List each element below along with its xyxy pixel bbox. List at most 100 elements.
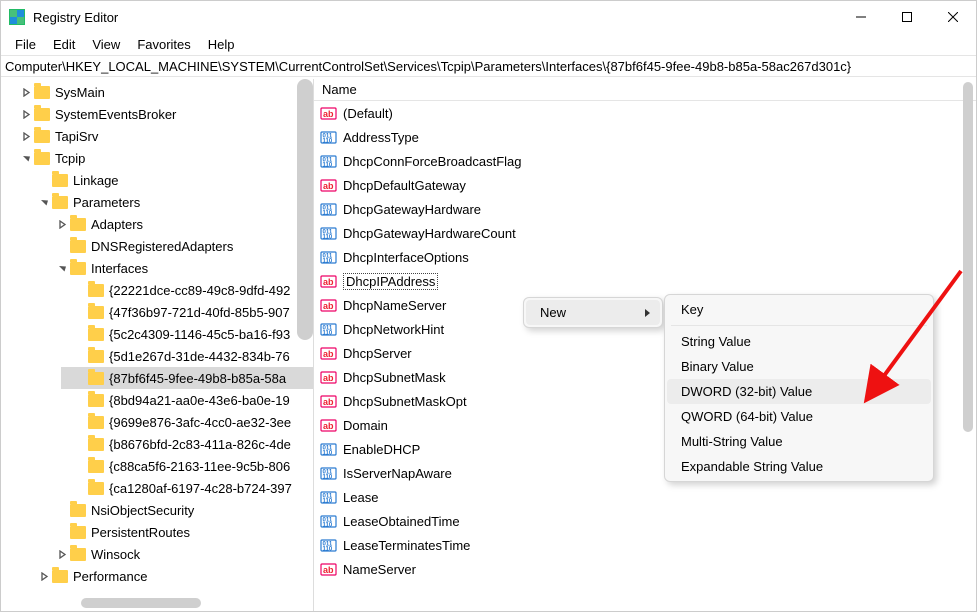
expander-icon[interactable] xyxy=(55,503,69,517)
list-row[interactable]: 011110AddressType xyxy=(314,125,960,149)
context-item[interactable]: Key xyxy=(667,297,931,322)
binary-value-icon: 011110 xyxy=(320,537,337,554)
expander-icon[interactable] xyxy=(55,261,69,275)
tree-row[interactable]: Adapters xyxy=(1,213,313,235)
expander-icon[interactable] xyxy=(37,173,51,187)
expander-icon[interactable] xyxy=(73,393,87,407)
context-item-label: DWORD (32-bit) Value xyxy=(681,384,812,399)
list-row-name: DhcpServer xyxy=(343,346,412,361)
expander-icon[interactable] xyxy=(73,415,87,429)
tree-row[interactable]: DNSRegisteredAdapters xyxy=(1,235,313,257)
close-button[interactable] xyxy=(930,1,976,33)
list-row[interactable]: 011110DhcpGatewayHardware xyxy=(314,197,960,221)
svg-text:ab: ab xyxy=(323,373,334,383)
tree-row[interactable]: Winsock xyxy=(1,543,313,565)
folder-icon xyxy=(88,350,104,363)
context-item[interactable]: DWORD (32-bit) Value xyxy=(667,379,931,404)
list-row[interactable]: 011110DhcpGatewayHardwareCount xyxy=(314,221,960,245)
expander-icon[interactable] xyxy=(73,459,87,473)
minimize-button[interactable] xyxy=(838,1,884,33)
list-row[interactable]: 011110Lease xyxy=(314,485,960,509)
tree-row[interactable]: {47f36b97-721d-40fd-85b5-907 xyxy=(1,301,313,323)
context-item[interactable]: String Value xyxy=(667,329,931,354)
expander-icon[interactable] xyxy=(73,371,87,385)
tree-row[interactable]: Performance xyxy=(1,565,313,587)
context-item-new[interactable]: New xyxy=(526,300,660,325)
menu-help[interactable]: Help xyxy=(200,35,243,54)
tree-row[interactable]: NsiObjectSecurity xyxy=(1,499,313,521)
context-item[interactable]: Multi-String Value xyxy=(667,429,931,454)
menu-favorites[interactable]: Favorites xyxy=(129,35,198,54)
tree-row[interactable]: {b8676bfd-2c83-411a-826c-4de xyxy=(1,433,313,455)
expander-icon[interactable] xyxy=(73,305,87,319)
folder-icon xyxy=(52,570,68,583)
string-value-icon: ab xyxy=(320,393,337,410)
context-item[interactable]: Binary Value xyxy=(667,354,931,379)
tree-row-label: Tcpip xyxy=(55,151,85,166)
list-row[interactable]: abNameServer xyxy=(314,557,960,581)
expander-icon[interactable] xyxy=(73,349,87,363)
list-vertical-scrollbar[interactable] xyxy=(963,82,973,432)
menu-file[interactable]: File xyxy=(7,35,44,54)
tree-row[interactable]: {9699e876-3afc-4cc0-ae32-3ee xyxy=(1,411,313,433)
expander-icon[interactable] xyxy=(19,85,33,99)
tree-horizontal-scrollbar[interactable] xyxy=(1,595,313,611)
list-row[interactable]: abDhcpIPAddress xyxy=(314,269,960,293)
list-row[interactable]: abDhcpDefaultGateway xyxy=(314,173,960,197)
list-row[interactable]: 011110DhcpInterfaceOptions xyxy=(314,245,960,269)
tree-row[interactable]: Linkage xyxy=(1,169,313,191)
svg-text:110: 110 xyxy=(323,474,333,480)
list-header[interactable]: Name xyxy=(314,79,976,101)
address-bar[interactable]: Computer\HKEY_LOCAL_MACHINE\SYSTEM\Curre… xyxy=(1,55,976,77)
address-path: Computer\HKEY_LOCAL_MACHINE\SYSTEM\Curre… xyxy=(5,59,851,74)
menu-edit[interactable]: Edit xyxy=(45,35,83,54)
folder-icon xyxy=(70,526,86,539)
expander-icon[interactable] xyxy=(37,569,51,583)
tree-row-label: Winsock xyxy=(91,547,140,562)
tree-row-label: Interfaces xyxy=(91,261,148,276)
expander-icon[interactable] xyxy=(19,129,33,143)
svg-text:110: 110 xyxy=(323,330,333,336)
expander-icon[interactable] xyxy=(73,327,87,341)
expander-icon[interactable] xyxy=(19,107,33,121)
tree-row[interactable]: {8bd94a21-aa0e-43e6-ba0e-19 xyxy=(1,389,313,411)
expander-icon[interactable] xyxy=(55,239,69,253)
tree-row[interactable]: Interfaces xyxy=(1,257,313,279)
list-row[interactable]: 011110LeaseTerminatesTime xyxy=(314,533,960,557)
context-item-label: Multi-String Value xyxy=(681,434,783,449)
svg-text:110: 110 xyxy=(323,162,333,168)
tree-row-label: {8bd94a21-aa0e-43e6-ba0e-19 xyxy=(109,393,290,408)
tree-row-label: {5d1e267d-31de-4432-834b-76 xyxy=(109,349,290,364)
tree-row[interactable]: PersistentRoutes xyxy=(1,521,313,543)
tree-row[interactable]: {5d1e267d-31de-4432-834b-76 xyxy=(1,345,313,367)
tree-row[interactable]: {22221dce-cc89-49c8-9dfd-492 xyxy=(1,279,313,301)
tree-row[interactable]: SysMain xyxy=(1,81,313,103)
list-row[interactable]: 011110LeaseObtainedTime xyxy=(314,509,960,533)
tree-row[interactable]: Tcpip xyxy=(1,147,313,169)
expander-icon[interactable] xyxy=(73,481,87,495)
tree-row[interactable]: SystemEventsBroker xyxy=(1,103,313,125)
maximize-button[interactable] xyxy=(884,1,930,33)
context-item[interactable]: Expandable String Value xyxy=(667,454,931,479)
expander-icon[interactable] xyxy=(55,547,69,561)
tree-row[interactable]: {c88ca5f6-2163-11ee-9c5b-806 xyxy=(1,455,313,477)
expander-icon[interactable] xyxy=(19,151,33,165)
expander-icon[interactable] xyxy=(73,283,87,297)
list-row[interactable]: 011110DhcpConnForceBroadcastFlag xyxy=(314,149,960,173)
menu-view[interactable]: View xyxy=(84,35,128,54)
tree-row[interactable]: TapiSrv xyxy=(1,125,313,147)
tree-row[interactable]: {ca1280af-6197-4c28-b724-397 xyxy=(1,477,313,499)
context-item-label: Key xyxy=(681,302,703,317)
context-item[interactable]: QWORD (64-bit) Value xyxy=(667,404,931,429)
list-row[interactable]: ab(Default) xyxy=(314,101,960,125)
expander-icon[interactable] xyxy=(55,217,69,231)
expander-icon[interactable] xyxy=(37,195,51,209)
expander-icon[interactable] xyxy=(55,525,69,539)
tree-row[interactable]: {5c2c4309-1146-45c5-ba16-f93 xyxy=(1,323,313,345)
tree-row[interactable]: {87bf6f45-9fee-49b8-b85a-58a xyxy=(1,367,313,389)
app-icon xyxy=(9,9,25,25)
expander-icon[interactable] xyxy=(73,437,87,451)
context-item-label: New xyxy=(540,305,566,320)
tree-row[interactable]: Parameters xyxy=(1,191,313,213)
folder-icon xyxy=(88,416,104,429)
